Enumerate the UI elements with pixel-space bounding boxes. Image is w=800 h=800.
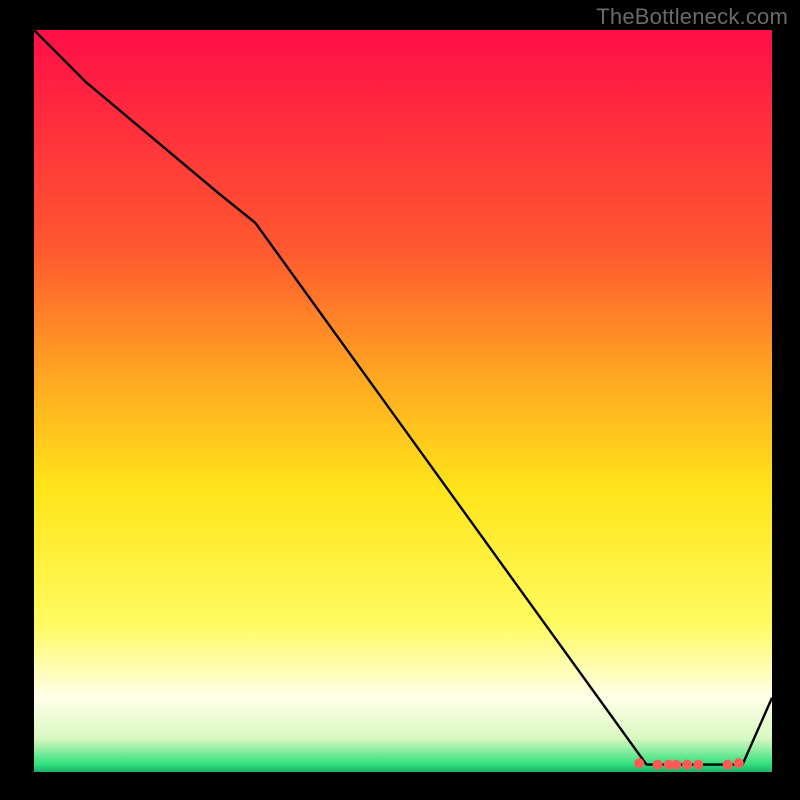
- marker-point: [734, 758, 744, 768]
- marker-point: [634, 758, 644, 768]
- marker-point: [653, 760, 663, 770]
- gradient-background: [34, 30, 772, 772]
- watermark-text: TheBottleneck.com: [596, 4, 788, 30]
- marker-point: [693, 760, 703, 770]
- chart-svg: [34, 30, 772, 772]
- marker-point: [682, 760, 692, 770]
- chart-frame: TheBottleneck.com: [0, 0, 800, 800]
- plot-area: [34, 30, 772, 772]
- marker-point: [723, 760, 733, 770]
- marker-point: [671, 760, 681, 770]
